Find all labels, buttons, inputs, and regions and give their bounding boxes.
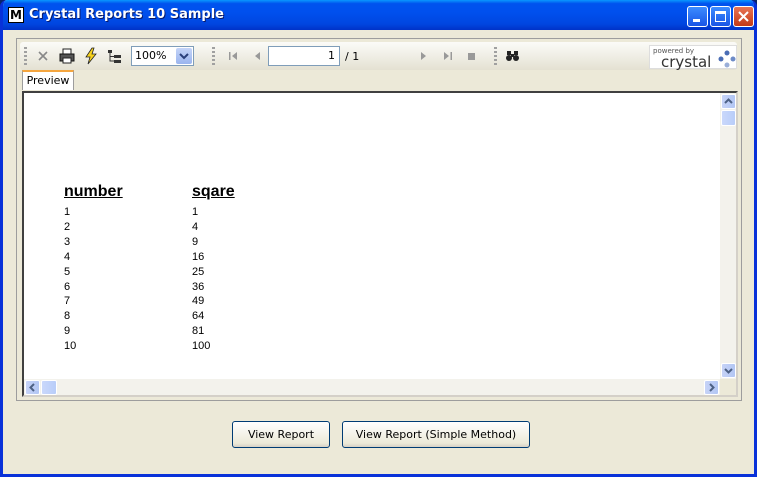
vertical-scrollbar[interactable]: [720, 93, 736, 379]
chevron-down-icon: [724, 368, 733, 374]
horizontal-scroll-thumb[interactable]: [41, 380, 57, 395]
view-report-simple-button[interactable]: View Report (Simple Method): [342, 421, 530, 448]
zoom-dropdown[interactable]: 100%: [131, 46, 194, 66]
page-total: / 1: [345, 50, 360, 63]
view-report-button[interactable]: View Report: [232, 421, 330, 448]
cell-number: 10: [64, 340, 77, 352]
chevron-down-icon[interactable]: [176, 48, 192, 64]
group-tree-icon[interactable]: [106, 47, 124, 65]
close-icon: [738, 11, 749, 22]
brand-name: crystal: [661, 53, 712, 71]
toolbar-grip[interactable]: [24, 47, 27, 65]
scroll-down-button[interactable]: [721, 363, 736, 378]
search-binoculars-icon[interactable]: [504, 47, 522, 65]
cell-square: 64: [192, 310, 205, 322]
viewer-toolbar: 100% 1 / 1 powered by crystal: [20, 42, 737, 71]
tab-preview[interactable]: Preview: [22, 70, 74, 90]
minimize-icon: [693, 19, 700, 22]
scrollbar-corner: [720, 379, 736, 395]
scroll-right-button[interactable]: [704, 380, 719, 395]
column-header-sqare: sqare: [192, 183, 235, 200]
cell-number: 9: [64, 325, 71, 337]
report-page: number sqare 1 1 2 4 3 9 4 16 5 25 6 36 7 49 8 64 9 81 10 1…: [24, 93, 720, 379]
scroll-left-button[interactable]: [25, 380, 40, 395]
cell-square: 81: [192, 325, 205, 337]
crystal-logo: powered by crystal: [649, 45, 737, 71]
cell-number: 8: [64, 310, 71, 322]
cell-square: 9: [192, 236, 199, 248]
print-icon[interactable]: [58, 47, 76, 65]
title-bar[interactable]: M Crystal Reports 10 Sample: [3, 0, 754, 30]
maximize-button[interactable]: [710, 6, 731, 27]
zoom-value: 100%: [135, 49, 167, 62]
cell-square: 25: [192, 266, 205, 278]
cell-number: 5: [64, 266, 71, 278]
cell-number: 7: [64, 295, 71, 307]
column-header-number: number: [64, 183, 123, 200]
chevron-up-icon: [724, 98, 733, 104]
app-window: M Crystal Reports 10 Sample 100% 1 / 1 p…: [0, 0, 757, 477]
stop-icon[interactable]: [463, 47, 481, 65]
cell-square: 16: [192, 251, 205, 263]
vertical-scroll-thumb[interactable]: [721, 110, 736, 126]
cell-number: 2: [64, 221, 71, 233]
cell-number: 6: [64, 281, 71, 293]
chevron-right-icon: [709, 383, 715, 392]
close-view-icon[interactable]: [34, 47, 52, 65]
crystal-logo-icon: [718, 50, 736, 68]
next-page-icon[interactable]: [415, 47, 433, 65]
cell-square: 49: [192, 295, 205, 307]
horizontal-scrollbar[interactable]: [24, 379, 720, 395]
window-title: Crystal Reports 10 Sample: [29, 7, 224, 22]
app-icon[interactable]: M: [8, 7, 24, 23]
last-page-icon[interactable]: [439, 47, 457, 65]
cell-square: 1: [192, 206, 199, 218]
chevron-left-icon: [29, 383, 35, 392]
refresh-lightning-icon[interactable]: [82, 47, 100, 65]
toolbar-grip-2[interactable]: [212, 47, 215, 65]
cell-number: 1: [64, 206, 71, 218]
minimize-button[interactable]: [687, 6, 708, 27]
report-viewer: 100% 1 / 1 powered by crystal Preview nu…: [16, 38, 742, 401]
cell-square: 4: [192, 221, 199, 233]
cell-square: 36: [192, 281, 205, 293]
cell-number: 3: [64, 236, 71, 248]
page-number-input[interactable]: 1: [268, 46, 340, 66]
first-page-icon[interactable]: [224, 47, 242, 65]
maximize-icon: [715, 11, 726, 22]
cell-square: 100: [192, 340, 211, 352]
previous-page-icon[interactable]: [248, 47, 266, 65]
toolbar-grip-3[interactable]: [494, 47, 497, 65]
cell-number: 4: [64, 251, 71, 263]
scroll-up-button[interactable]: [721, 94, 736, 109]
close-button[interactable]: [733, 6, 754, 27]
report-preview-pane: number sqare 1 1 2 4 3 9 4 16 5 25 6 36 7 49 8 64 9 81 10 1…: [22, 91, 738, 397]
